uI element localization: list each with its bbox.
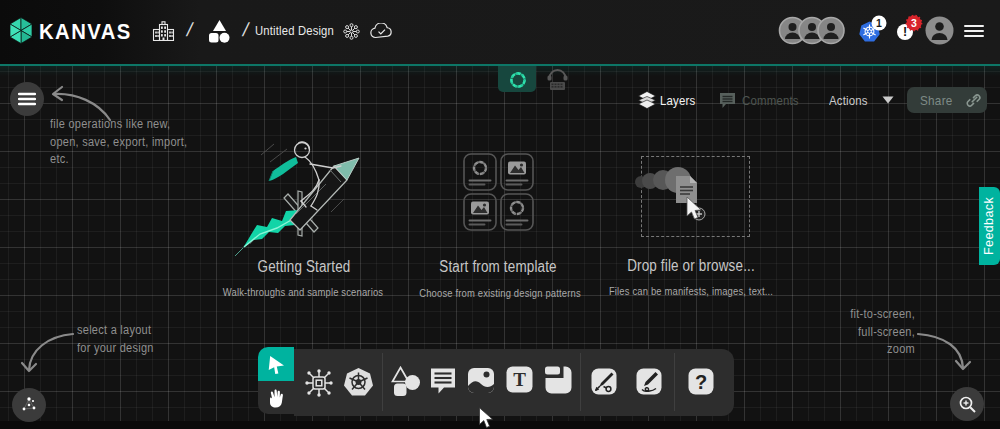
svg-text:?: ? [695,371,707,393]
svg-text:!: ! [903,25,907,39]
svg-text:1: 1 [876,17,882,29]
svg-text:3: 3 [911,17,917,29]
svg-text:T: T [513,369,526,390]
